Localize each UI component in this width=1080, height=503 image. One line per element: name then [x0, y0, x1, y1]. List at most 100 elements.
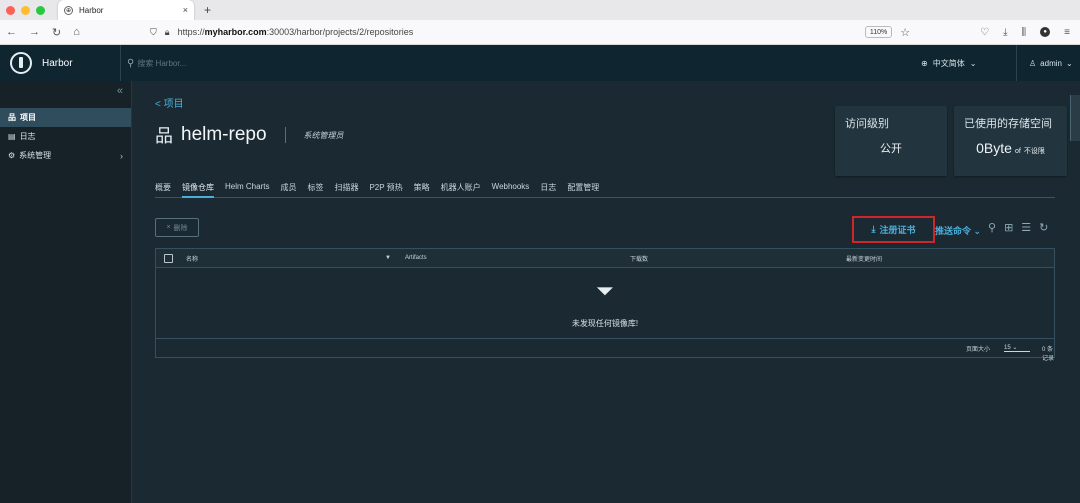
storage-limit: 不设限 — [1023, 148, 1045, 155]
home-icon[interactable]: ⌂ — [73, 26, 80, 39]
project-title: 品 helm-repo 系统管理员 — [155, 122, 344, 148]
sidebar-item-admin[interactable]: ⚙ 系统管理 › — [0, 146, 131, 165]
tab-helm-charts[interactable]: Helm Charts — [225, 182, 269, 198]
maximize-window-button[interactable] — [36, 5, 45, 15]
access-level-title: 访问级别 — [845, 118, 889, 130]
back-arrow-icon[interactable]: ← — [6, 26, 17, 39]
brand-name: Harbor — [42, 57, 73, 69]
filter-icon[interactable]: ▼ — [385, 255, 391, 261]
registry-certificate-button[interactable]: ⤓ 注册证书 — [852, 216, 935, 243]
url-host: myharbor.com — [204, 27, 267, 37]
card-view-icon[interactable]: ⊞ — [1004, 221, 1013, 234]
url-scheme: https:// — [177, 27, 205, 37]
access-level-value: 公开 — [880, 143, 902, 155]
search-input[interactable]: 搜索 Harbor... — [137, 58, 186, 69]
browser-tabbar: ⊕ Harbor × + — [0, 0, 1080, 20]
column-artifacts[interactable]: Artifacts — [405, 255, 427, 261]
tab-scanner[interactable]: 扫描器 — [334, 182, 358, 198]
side-drawer-handle[interactable] — [1070, 95, 1080, 141]
global-search[interactable]: ⚲ 搜索 Harbor... — [121, 58, 921, 69]
address-bar[interactable]: ⛉ 🔒︎ https://myharbor.com:30003/harbor/p… — [150, 27, 865, 38]
shield-icon: ⛉ — [150, 26, 157, 37]
pocket-icon[interactable]: ♡ — [980, 27, 989, 38]
app-header: Harbor ⚲ 搜索 Harbor... ⊕ 中文简体 ⌄ ♙ admin ⌄ — [0, 45, 1080, 81]
sidebar: « 品 项目 ▤ 日志 ⚙ 系统管理 › — [0, 81, 132, 503]
logs-icon: ▤ — [8, 132, 16, 141]
empty-state: ⏷ 未发现任何镜像库! — [156, 268, 1054, 338]
tab-logs[interactable]: 日志 — [540, 182, 556, 198]
tab-repositories[interactable]: 镜像仓库 — [182, 182, 214, 198]
tab-robot-accounts[interactable]: 机器人账户 — [441, 182, 481, 198]
chevron-right-icon: › — [120, 150, 123, 161]
chevron-down-icon: ⌄ — [969, 58, 977, 68]
tab-summary[interactable]: 概要 — [155, 182, 171, 198]
title-divider — [284, 127, 286, 143]
push-label: 推送命令 — [935, 226, 972, 236]
page-size-select[interactable]: 15 ⌄ — [1004, 344, 1030, 352]
page-size-value: 15 — [1004, 345, 1011, 351]
library-icon[interactable]: ⫼ — [1022, 27, 1027, 38]
bookmark-star-icon[interactable]: ☆ — [900, 26, 910, 39]
tab-title: Harbor — [79, 5, 104, 15]
push-command-dropdown[interactable]: 推送命令 ⌄ — [935, 224, 981, 237]
reload-icon[interactable]: ↻ — [52, 26, 61, 39]
tab-labels[interactable]: 标签 — [307, 182, 323, 198]
zoom-level[interactable]: 110% — [864, 26, 893, 38]
nav-buttons: ← → ↻ ⌂ — [0, 26, 150, 39]
storage-of: of — [1014, 148, 1021, 155]
delete-button[interactable]: × 删除 — [155, 218, 199, 237]
tab-policy[interactable]: 策略 — [414, 182, 430, 198]
browser-toolbar: ← → ↻ ⌂ ⛉ 🔒︎ https://myharbor.com:30003/… — [0, 20, 1080, 45]
page-size-label: 页面大小 — [966, 347, 991, 353]
delete-label: 删除 — [173, 224, 188, 232]
harbor-logo-icon — [10, 52, 32, 74]
forward-arrow-icon[interactable]: → — [29, 26, 40, 39]
search-icon[interactable]: ⚲ — [988, 221, 996, 234]
repositories-grid: 名称 ▼ Artifacts 下载数 最新变更时间 ⏷ 未发现任何镜像库! 页面… — [155, 248, 1055, 362]
admin-icon: ⚙ — [8, 151, 16, 160]
storage-used: 0Byte — [976, 140, 1012, 156]
user-menu[interactable]: ♙ admin ⌄ — [1017, 59, 1073, 68]
browser-tab[interactable]: ⊕ Harbor × — [58, 0, 194, 20]
empty-message: 未发现任何镜像库! — [571, 319, 639, 328]
menu-icon[interactable]: ≡ — [1064, 27, 1070, 38]
user-name: admin — [1040, 58, 1062, 68]
sidebar-item-label: 系统管理 — [19, 151, 52, 160]
column-pulls[interactable]: 下载数 — [630, 254, 648, 263]
column-name[interactable]: 名称 — [186, 254, 198, 263]
grid-footer: 页面大小 15 ⌄ 0 条记录 — [156, 338, 1054, 362]
download-icon[interactable]: ⤓ — [1003, 27, 1007, 38]
select-all-checkbox[interactable] — [164, 253, 173, 263]
minimize-window-button[interactable] — [21, 5, 30, 15]
url-path: :30003/harbor/projects/2/repositories — [266, 27, 414, 37]
tab-configuration[interactable]: 配置管理 — [567, 182, 599, 198]
project-role: 系统管理员 — [303, 130, 344, 140]
brand[interactable]: Harbor — [0, 52, 120, 74]
language-selector[interactable]: ⊕ 中文简体 ⌄ — [921, 58, 1016, 69]
tab-members[interactable]: 成员 — [280, 182, 296, 198]
sidebar-item-label: 日志 — [19, 132, 36, 141]
back-to-projects-link[interactable]: < 项目 — [155, 95, 184, 110]
chevron-down-icon: ⌄ — [1065, 58, 1073, 68]
sidebar-item-projects[interactable]: 品 项目 — [0, 108, 131, 127]
projects-icon: 品 — [8, 113, 16, 122]
tab-close-icon[interactable]: × — [183, 5, 188, 15]
tab-p2p-preheat[interactable]: P2P 预热 — [369, 182, 402, 198]
collapse-sidebar-button[interactable]: « — [0, 81, 131, 108]
tab-webhooks[interactable]: Webhooks — [492, 182, 530, 198]
list-view-icon[interactable]: ☰ — [1021, 221, 1031, 234]
new-tab-button[interactable]: + — [204, 3, 211, 17]
account-icon[interactable]: ● — [1040, 27, 1051, 37]
main-content: < 项目 品 helm-repo 系统管理员 访问级别 公开 已使用的存储空间 … — [132, 81, 1080, 503]
download-icon: ⤓ — [871, 224, 876, 234]
globe-icon: ⊕ — [921, 58, 928, 68]
close-window-button[interactable] — [6, 5, 15, 15]
sidebar-item-logs[interactable]: ▤ 日志 — [0, 127, 131, 146]
project-tabs: 概要 镜像仓库 Helm Charts 成员 标签 扫描器 P2P 预热 策略 … — [155, 182, 1055, 198]
refresh-icon[interactable]: ↻ — [1039, 221, 1048, 234]
storage-title: 已使用的存储空间 — [964, 118, 1052, 130]
close-icon: × — [166, 224, 171, 231]
column-updated[interactable]: 最新变更时间 — [846, 254, 882, 263]
storage-value: 0Byte of 不设限 — [954, 140, 1067, 156]
grid-tools: ⚲ ⊞ ☰ ↻ — [988, 221, 1048, 234]
